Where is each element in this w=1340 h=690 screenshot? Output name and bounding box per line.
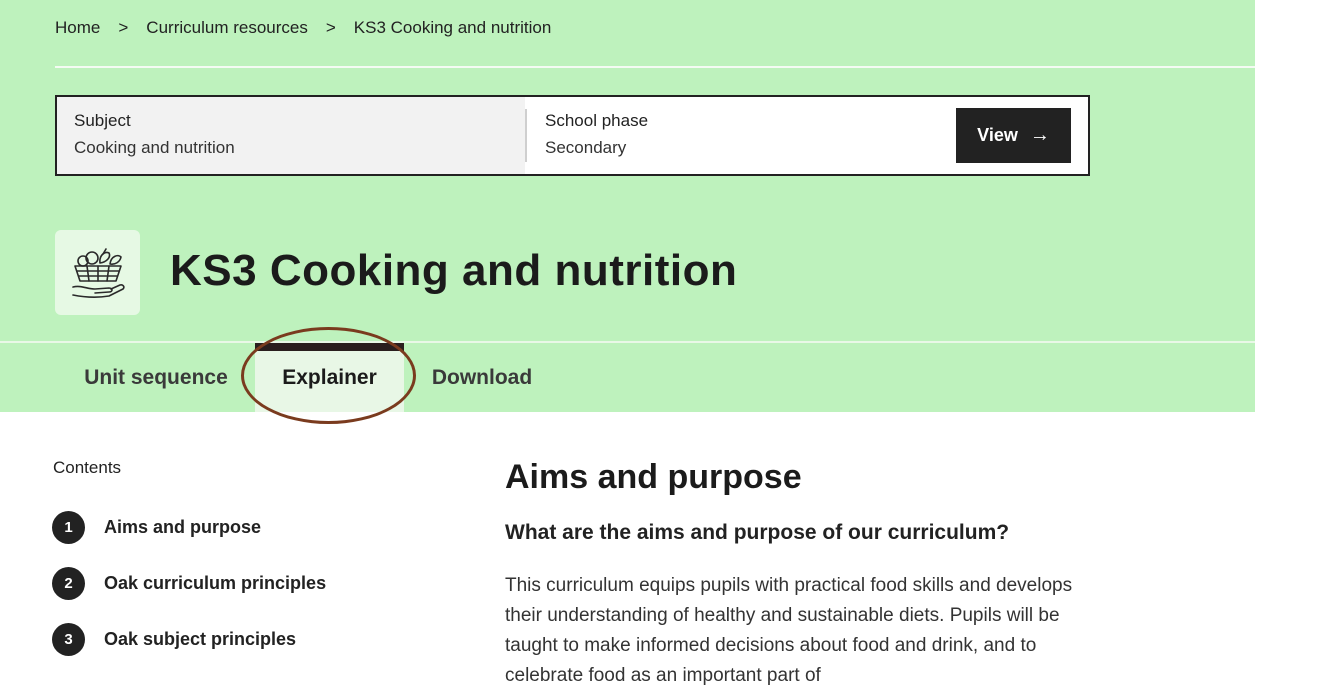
subject-icon-tile [55,230,140,315]
contents-item-aims[interactable]: 1 Aims and purpose [52,511,326,544]
section-subheading: What are the aims and purpose of our cur… [505,521,1010,544]
view-button[interactable]: View → [956,108,1071,163]
contents-item-number: 2 [52,567,85,600]
view-button-label: View [977,125,1018,145]
page-title: KS3 Cooking and nutrition [170,246,738,295]
hero-banner: Home > Curriculum resources > KS3 Cookin… [0,0,1255,412]
arrow-right-icon: → [1029,124,1050,146]
section-body: This curriculum equips pupils with pract… [505,575,1073,686]
contents-item-label: Aims and purpose [104,517,262,537]
main-content: Aims and purpose What are the aims and p… [505,458,1085,690]
subject-value: Cooking and nutrition [74,138,235,157]
breadcrumb-home[interactable]: Home [55,18,100,38]
subject-select[interactable]: Subject Cooking and nutrition [57,97,525,174]
contents-item-subject-principles[interactable]: 3 Oak subject principles [52,623,326,656]
section-heading: Aims and purpose [505,458,802,496]
contents-item-number: 3 [52,623,85,656]
tab-explainer[interactable]: Explainer [255,343,404,412]
breadcrumb-divider [55,66,1255,68]
subject-label: Subject [74,111,131,130]
breadcrumb: Home > Curriculum resources > KS3 Cookin… [55,17,551,39]
breadcrumb-separator: > [118,18,129,37]
contents-item-label: Oak curriculum principles [104,573,327,593]
contents-list: 1 Aims and purpose 2 Oak curriculum prin… [52,511,326,679]
tab-download[interactable]: Download [418,343,546,412]
contents-title: Contents [53,458,122,477]
contents-item-label: Oak subject principles [104,629,297,649]
tab-unit-sequence[interactable]: Unit sequence [70,343,242,412]
curriculum-selector: Subject Cooking and nutrition School pha… [55,95,1090,176]
breadcrumb-curriculum-resources[interactable]: Curriculum resources [146,18,308,38]
contents-item-curriculum-principles[interactable]: 2 Oak curriculum principles [52,567,326,600]
tab-bar: Unit sequence Explainer Download [0,343,1255,412]
contents-item-number: 1 [52,511,85,544]
breadcrumb-current[interactable]: KS3 Cooking and nutrition [354,18,552,38]
food-basket-icon [71,247,125,298]
breadcrumb-separator: > [325,18,336,37]
